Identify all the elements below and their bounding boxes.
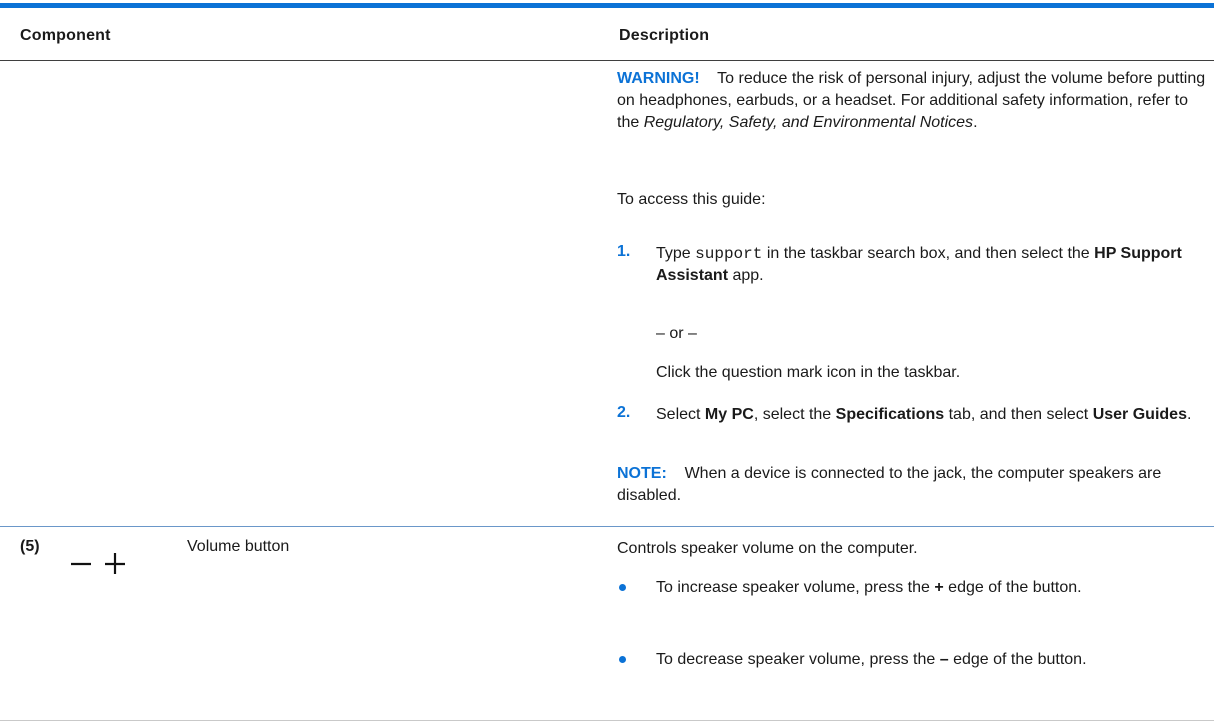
- note-label: NOTE:: [617, 465, 667, 482]
- bullet-1-post: edge of the button.: [948, 579, 1082, 596]
- step-2-mid1: , select the: [753, 406, 832, 423]
- note-text: When a device is connected to the jack, …: [617, 465, 1162, 504]
- step-1-mid: in the taskbar search box, and then sele…: [766, 245, 1090, 262]
- step-1-post: app.: [732, 267, 764, 284]
- component-table: Component Description WARNING! To reduce…: [0, 0, 1214, 723]
- table-bottom-rule: [0, 720, 1214, 721]
- warning-label: WARNING!: [617, 70, 700, 87]
- step-2: Select My PC, select the Specifications …: [656, 404, 1202, 426]
- warning-doc-title: Regulatory, Safety, and Environmental No…: [643, 114, 974, 131]
- table-header-row: Component Description: [0, 8, 1214, 60]
- step-2-b2: Specifications: [835, 406, 945, 423]
- component-volume-button: Volume button: [187, 538, 290, 555]
- bullet-icon: [619, 584, 626, 591]
- step-2-b3: User Guides: [1092, 406, 1187, 423]
- header-component: Component: [20, 27, 111, 44]
- volume-bullet-increase: To increase speaker volume, press the + …: [656, 577, 1156, 599]
- bullet-1-key: +: [934, 579, 944, 596]
- warning-paragraph: WARNING! To reduce the risk of personal …: [617, 68, 1207, 134]
- header-rule: [0, 60, 1214, 61]
- step-2-mid2: tab, and then select: [948, 406, 1089, 423]
- volume-bullet-decrease: To decrease speaker volume, press the – …: [656, 649, 1156, 671]
- alt-step: Click the question mark icon in the task…: [656, 364, 961, 381]
- item-number: (5): [20, 538, 40, 555]
- step-number-2: 2.: [617, 404, 631, 421]
- step-1: Type support in the taskbar search box, …: [656, 243, 1202, 287]
- bullet-icon: [619, 656, 626, 663]
- header-description: Description: [619, 27, 710, 44]
- step-1-pre: Type: [656, 245, 691, 262]
- bullet-1-pre: To increase speaker volume, press the: [656, 579, 930, 596]
- or-separator: – or –: [656, 325, 697, 342]
- bullet-2-post: edge of the button.: [953, 651, 1087, 668]
- step-2-post: .: [1186, 406, 1192, 423]
- step-2-pre: Select: [656, 406, 701, 423]
- bullet-2-pre: To decrease speaker volume, press the: [656, 651, 936, 668]
- step-2-b1: My PC: [704, 406, 754, 423]
- warning-end: .: [973, 114, 978, 131]
- row-divider: [0, 526, 1214, 527]
- step-1-code: support: [695, 245, 763, 263]
- note-paragraph: NOTE: When a device is connected to the …: [617, 463, 1202, 507]
- access-intro: To access this guide:: [617, 191, 766, 208]
- volume-minus-plus-icon: [71, 553, 125, 574]
- bullet-2-key: –: [939, 651, 949, 668]
- volume-description: Controls speaker volume on the computer.: [617, 540, 918, 557]
- step-number-1: 1.: [617, 243, 631, 260]
